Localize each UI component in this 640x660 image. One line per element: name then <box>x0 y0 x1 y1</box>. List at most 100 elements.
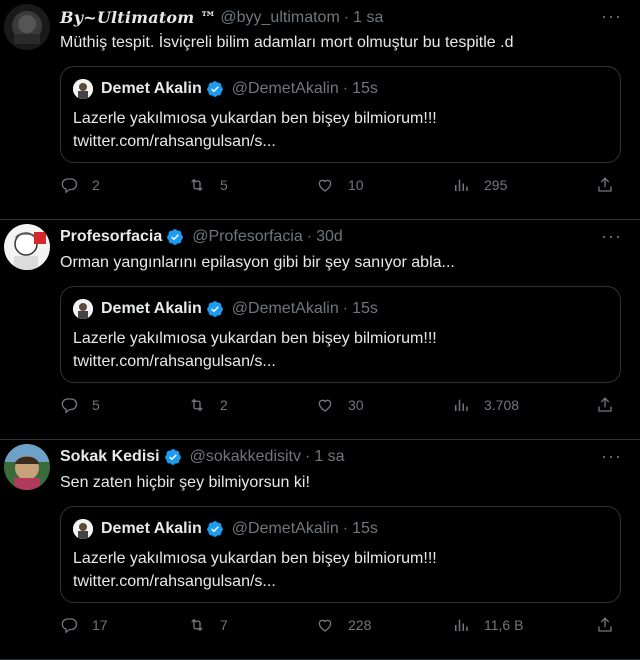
more-icon[interactable]: ··· <box>601 6 622 27</box>
reply-icon <box>61 178 78 194</box>
tweet-actions: 2 5 10 295 <box>60 176 620 200</box>
quoted-text-line: Lazerle yakılmıosa yukardan ben bişey bi… <box>73 550 437 567</box>
like-button[interactable]: 30 <box>316 396 364 414</box>
reply-button[interactable]: 17 <box>60 616 108 634</box>
views-button[interactable]: 295 <box>452 176 507 194</box>
share-button[interactable] <box>596 176 614 194</box>
tweet[interactable]: By~Ultimatom ™ @byy_ultimatom · 1 sa ···… <box>0 0 640 220</box>
verified-badge-icon <box>164 449 181 465</box>
avatar[interactable] <box>4 224 50 270</box>
retweet-count: 5 <box>220 177 228 193</box>
tweet-text: Sen zaten hiçbir şey bilmiyorsun ki! <box>60 474 310 491</box>
quoted-tweet-text: Lazerle yakılmıosa yukardan ben bişey bi… <box>73 327 437 373</box>
views-button[interactable]: 11,6 B <box>452 616 523 634</box>
retweet-icon <box>191 178 203 192</box>
user-handle[interactable]: @Profesorfacia <box>192 228 303 246</box>
view-count: 3.708 <box>484 397 520 413</box>
views-icon <box>455 179 468 191</box>
display-name[interactable]: Profesorfacia <box>60 228 162 246</box>
avatar <box>73 79 93 99</box>
quoted-link[interactable]: twitter.com/rahsangulsan/s... <box>73 350 437 373</box>
timestamp: 15s <box>352 80 378 97</box>
user-handle: @DemetAkalin <box>231 80 339 97</box>
display-name[interactable]: Sokak Kedisi <box>60 448 160 466</box>
retweet-icon <box>191 618 203 632</box>
tweet-header: Sokak Kedisi @sokakkedisitv · 1 sa <box>60 448 600 466</box>
reply-icon <box>61 618 78 634</box>
views-icon <box>455 399 468 411</box>
display-name[interactable]: By~Ultimatom ™ <box>60 8 216 27</box>
tweet[interactable]: Sokak Kedisi @sokakkedisitv · 1 sa ··· S… <box>0 440 640 660</box>
quoted-link[interactable]: twitter.com/rahsangulsan/s... <box>73 130 437 153</box>
reply-count: 17 <box>92 617 108 633</box>
more-icon[interactable]: ··· <box>601 446 622 467</box>
heart-icon <box>318 399 332 412</box>
retweet-count: 7 <box>220 617 228 633</box>
tweet-actions: 5 2 30 3.708 <box>60 396 620 420</box>
retweet-button[interactable]: 5 <box>188 176 228 194</box>
quoted-tweet[interactable]: Demet Akalin @DemetAkalin · 15s Lazerle … <box>60 506 621 603</box>
more-icon[interactable]: ··· <box>601 226 622 247</box>
share-icon <box>598 177 612 192</box>
tweet-actions: 17 7 228 11,6 B <box>60 616 620 640</box>
tweet-header: By~Ultimatom ™ @byy_ultimatom · 1 sa <box>60 8 600 27</box>
tweet[interactable]: Profesorfacia @Profesorfacia · 30d ··· O… <box>0 220 640 440</box>
verified-badge-icon <box>206 81 223 97</box>
separator: · <box>342 80 349 97</box>
view-count: 11,6 B <box>484 617 524 633</box>
views-icon <box>455 619 468 631</box>
timestamp[interactable]: 30d <box>316 228 343 246</box>
user-handle[interactable]: @byy_ultimatom <box>220 9 339 27</box>
quoted-tweet-header: Demet Akalin @DemetAkalin · 15s <box>73 299 378 319</box>
like-button[interactable]: 228 <box>316 616 371 634</box>
tweet-text: Orman yangınlarını epilasyon gibi bir şe… <box>60 254 455 271</box>
quoted-text-line: Lazerle yakılmıosa yukardan ben bişey bi… <box>73 330 437 347</box>
verified-badge-icon <box>206 521 223 537</box>
quoted-tweet-header: Demet Akalin @DemetAkalin · 15s <box>73 79 378 99</box>
reply-count: 5 <box>92 397 100 413</box>
user-handle: @DemetAkalin <box>231 520 339 537</box>
user-handle[interactable]: @sokakkedisitv <box>190 448 301 466</box>
share-button[interactable] <box>596 616 614 634</box>
avatar <box>73 519 93 539</box>
like-count: 228 <box>348 617 372 633</box>
timestamp[interactable]: 1 sa <box>314 448 344 466</box>
quoted-tweet-text: Lazerle yakılmıosa yukardan ben bişey bi… <box>73 107 437 153</box>
views-button[interactable]: 3.708 <box>452 396 519 414</box>
reply-button[interactable]: 5 <box>60 396 100 414</box>
timestamp[interactable]: 1 sa <box>353 9 383 27</box>
quoted-text-line: Lazerle yakılmıosa yukardan ben bişey bi… <box>73 110 437 127</box>
quoted-tweet-text: Lazerle yakılmıosa yukardan ben bişey bi… <box>73 547 437 593</box>
avatar[interactable] <box>4 4 50 50</box>
quoted-tweet[interactable]: Demet Akalin @DemetAkalin · 15s Lazerle … <box>60 66 621 163</box>
separator: · <box>305 448 311 465</box>
reply-button[interactable]: 2 <box>60 176 100 194</box>
quoted-link[interactable]: twitter.com/rahsangulsan/s... <box>73 570 437 593</box>
verified-badge-icon <box>167 229 184 245</box>
avatar[interactable] <box>4 444 50 490</box>
reply-icon <box>61 398 78 414</box>
retweet-button[interactable]: 2 <box>188 396 228 414</box>
quoted-tweet-header: Demet Akalin @DemetAkalin · 15s <box>73 519 378 539</box>
quoted-tweet[interactable]: Demet Akalin @DemetAkalin · 15s Lazerle … <box>60 286 621 383</box>
retweet-icon <box>191 398 203 412</box>
retweet-count: 2 <box>220 397 228 413</box>
tweet-text: Müthiş tespit. İsviçreli bilim adamları … <box>60 34 514 51</box>
tweet-header: Profesorfacia @Profesorfacia · 30d <box>60 228 600 246</box>
display-name: Demet Akalin <box>101 80 202 97</box>
separator: · <box>342 520 349 537</box>
retweet-button[interactable]: 7 <box>188 616 228 634</box>
heart-icon <box>318 179 332 192</box>
reply-count: 2 <box>92 177 100 193</box>
share-button[interactable] <box>596 396 614 414</box>
verified-badge-icon <box>206 301 223 317</box>
like-count: 10 <box>348 177 364 193</box>
share-icon <box>598 397 612 412</box>
separator: · <box>343 8 350 26</box>
timestamp: 15s <box>352 300 378 317</box>
display-name: Demet Akalin <box>101 300 202 317</box>
like-button[interactable]: 10 <box>316 176 364 194</box>
separator: · <box>342 300 349 317</box>
display-name: Demet Akalin <box>101 520 202 537</box>
user-handle: @DemetAkalin <box>231 300 339 317</box>
